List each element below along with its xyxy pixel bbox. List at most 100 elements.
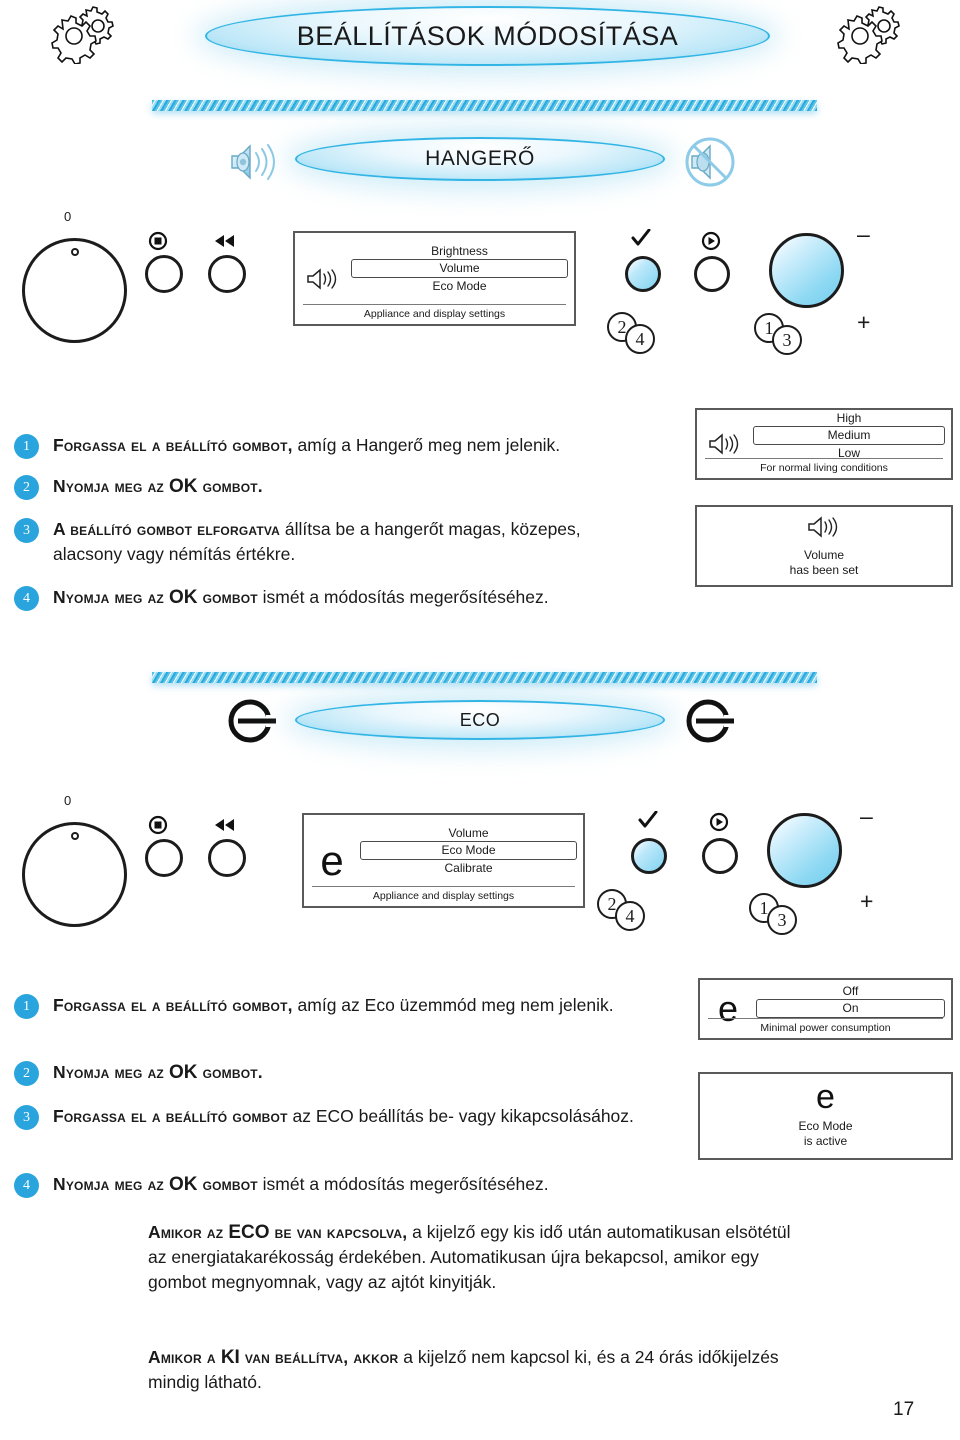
note-lead2: van beállítva, akkor xyxy=(239,1347,399,1367)
knob-zero-label: 0 xyxy=(64,793,72,808)
eco-e-icon: e xyxy=(816,1077,835,1116)
step-rest: az ECO beállítás be- vagy kikapcsolásáho… xyxy=(287,1106,634,1126)
step-key: OK xyxy=(169,476,198,497)
step-lead: Forgassa el a beállító gombot, xyxy=(53,435,293,455)
start-button[interactable] xyxy=(694,256,730,292)
step-item: 1 Forgassa el a beállító gombot, amíg az… xyxy=(14,993,654,1019)
eco-section-title: ECO xyxy=(459,709,501,730)
step-lead: Nyomja meg az xyxy=(53,1174,170,1194)
step-text: Nyomja meg az OK gombot. xyxy=(53,1060,263,1085)
step-item: 2 Nyomja meg az OK gombot. xyxy=(14,1060,654,1086)
setting-knob[interactable] xyxy=(22,822,127,927)
ok-button[interactable] xyxy=(631,838,667,874)
step-number-badge: 1 xyxy=(14,434,39,459)
screen-footer-text: For normal living conditions xyxy=(705,458,943,474)
stop-button[interactable] xyxy=(145,839,183,877)
speaker-icon xyxy=(295,267,351,291)
state-option[interactable]: Off xyxy=(756,983,945,999)
step-lead: Nyomja meg az xyxy=(53,587,170,607)
menu-option-selected[interactable]: Volume xyxy=(351,259,568,278)
stop-icon xyxy=(148,815,168,840)
step-item: 1 Forgassa el a beállító gombot, amíg a … xyxy=(14,433,614,459)
start-button[interactable] xyxy=(702,838,738,874)
temperature-knob[interactable] xyxy=(767,813,842,888)
step-rest: ismét a módosítás megerősítéséhez. xyxy=(257,1174,549,1194)
note-lead2: be van kapcsolva, xyxy=(269,1222,408,1242)
step-text: Forgassa el a beállító gombot az ECO beá… xyxy=(53,1104,634,1129)
ok-button[interactable] xyxy=(625,256,661,292)
setting-knob[interactable] xyxy=(22,238,127,343)
note-key: KI xyxy=(220,1347,240,1368)
step-text: Nyomja meg az OK gombot ismét a módosítá… xyxy=(53,1172,549,1197)
menu-option[interactable]: Volume xyxy=(360,825,577,841)
step-text: Forgassa el a beállító gombot, amíg a Ha… xyxy=(53,433,560,458)
step-item: 4 Nyomja meg az OK gombot ismét a módosí… xyxy=(14,1172,654,1198)
confirm-line-2: has been set xyxy=(789,562,859,577)
menu-option[interactable]: Calibrate xyxy=(360,860,577,876)
step-lead: Forgassa el a beállító gombot xyxy=(53,1106,288,1126)
step-number-badge: 4 xyxy=(14,1173,39,1198)
minus-label: – xyxy=(860,803,873,829)
stop-button[interactable] xyxy=(145,255,183,293)
eco-confirmed-screen: e Eco Mode is active xyxy=(698,1072,953,1160)
page-title-banner: BEÁLLÍTÁSOK MÓDOSÍTÁSA xyxy=(205,6,770,66)
check-icon xyxy=(631,228,651,252)
step-lead2: gombot. xyxy=(197,1062,263,1082)
step-lead: Nyomja meg az xyxy=(53,476,170,496)
step-number-badge: 3 xyxy=(14,518,39,543)
confirm-line-1: Volume xyxy=(803,547,845,562)
gear-cluster-right-icon xyxy=(828,4,918,64)
confirm-line-1: Eco Mode xyxy=(798,1118,853,1133)
speaker-icon xyxy=(697,432,753,456)
menu-option[interactable]: Eco Mode xyxy=(351,278,568,294)
step-text: Nyomja meg az OK gombot ismét a módosítá… xyxy=(53,585,549,610)
step-text: Nyomja meg az OK gombot. xyxy=(53,474,263,499)
rewind-icon xyxy=(213,232,237,255)
page-title: BEÁLLÍTÁSOK MÓDOSÍTÁSA xyxy=(296,20,679,51)
level-option[interactable]: High xyxy=(753,410,945,426)
step-marker-3: 3 xyxy=(767,905,797,935)
screen-footer-text: Minimal power consumption xyxy=(708,1018,943,1034)
display-footer-text: Appliance and display settings xyxy=(303,304,566,320)
menu-option-selected[interactable]: Eco Mode xyxy=(360,841,577,860)
knob-zero-label: 0 xyxy=(64,209,72,224)
step-key: OK xyxy=(169,1062,198,1083)
menu-option[interactable]: Brightness xyxy=(351,243,568,259)
volume-confirmed-screen: Volume has been set xyxy=(695,505,953,587)
eco-e-icon: e xyxy=(320,836,344,884)
play-icon xyxy=(701,231,721,256)
plus-label: + xyxy=(857,309,871,335)
temperature-knob[interactable] xyxy=(769,233,844,308)
step-marker-3: 3 xyxy=(772,325,802,355)
step-lead2: gombot. xyxy=(197,476,263,496)
eco-e-icon xyxy=(680,696,742,751)
appliance-display-volume-menu: Brightness Volume Eco Mode Appliance and… xyxy=(293,231,576,326)
step-lead: Nyomja meg az xyxy=(53,1062,170,1082)
rewind-button[interactable] xyxy=(208,839,246,877)
rewind-button[interactable] xyxy=(208,255,246,293)
step-text: A beállító gombot elforgatva állítsa be … xyxy=(53,517,614,567)
step-rest: amíg az Eco üzemmód meg nem jelenik. xyxy=(292,995,614,1015)
step-rest: amíg a Hangerő meg nem jelenik. xyxy=(292,435,561,455)
stop-icon xyxy=(148,231,168,256)
step-item: 4 Nyomja meg az OK gombot ismét a módosí… xyxy=(14,585,614,611)
section-divider-eco xyxy=(152,672,817,683)
display-footer-text: Appliance and display settings xyxy=(312,886,575,902)
eco-section-banner: ECO xyxy=(295,700,665,740)
speaker-on-icon xyxy=(228,140,280,189)
page-number: 17 xyxy=(893,1399,915,1420)
note-key: ECO xyxy=(228,1222,270,1243)
step-marker-4: 4 xyxy=(615,901,645,931)
step-item: 2 Nyomja meg az OK gombot. xyxy=(14,474,614,500)
speaker-muted-icon xyxy=(682,134,738,195)
play-icon xyxy=(709,812,729,837)
section-divider-top xyxy=(152,100,817,111)
step-number-badge: 3 xyxy=(14,1105,39,1130)
state-option-selected[interactable]: On xyxy=(756,998,945,1018)
step-item: 3 Forgassa el a beállító gombot az ECO b… xyxy=(14,1104,664,1130)
level-option-selected[interactable]: Medium xyxy=(753,425,945,445)
eco-note-paragraph-2: Amikor a KI van beállítva, akkor a kijel… xyxy=(148,1345,813,1395)
step-item: 3 A beállító gombot elforgatva állítsa b… xyxy=(14,517,614,567)
step-rest: ismét a módosítás megerősítéséhez. xyxy=(257,587,549,607)
gear-cluster-left-icon xyxy=(42,4,132,64)
